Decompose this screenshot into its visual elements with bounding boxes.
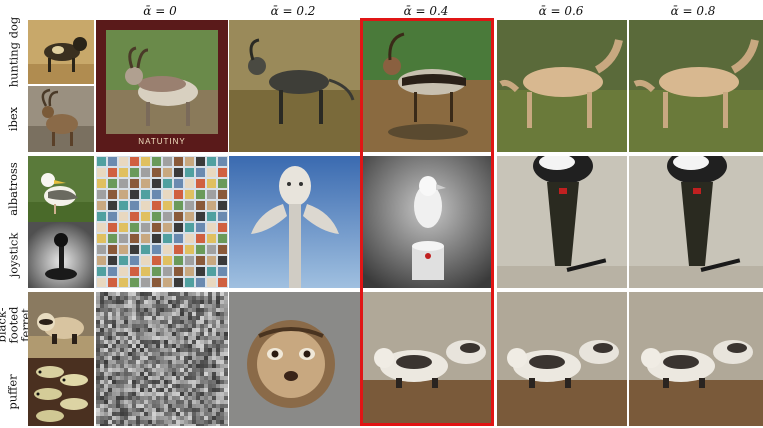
row-label-ibex: ibex bbox=[6, 106, 20, 132]
generated-row3-alpha-0 bbox=[96, 292, 228, 426]
source-image-black-footed-ferret bbox=[28, 292, 94, 358]
generated-row3-alpha-0.8 bbox=[629, 292, 763, 426]
generated-row2-alpha-0.8 bbox=[629, 156, 763, 288]
generated-row3-alpha-0.4 bbox=[362, 292, 494, 426]
generated-row1-alpha-0.6 bbox=[497, 20, 627, 152]
column-header-2: ᾱ = 0.4 bbox=[403, 4, 449, 18]
column-header-3: ᾱ = 0.6 bbox=[538, 4, 584, 18]
row-label-albatross: albatross bbox=[6, 162, 21, 216]
generated-row1-alpha-0: NATUTINY bbox=[96, 20, 228, 152]
source-image-hunting-dog bbox=[28, 20, 94, 84]
row-label-hunting-dog: hunting dog bbox=[6, 16, 20, 88]
generated-row1-alpha-0.2 bbox=[229, 20, 361, 152]
column-header-1: ᾱ = 0.2 bbox=[270, 4, 316, 18]
frame-caption: NATUTINY bbox=[138, 137, 186, 146]
source-image-ibex bbox=[28, 86, 94, 152]
generated-row1-alpha-0.8 bbox=[629, 20, 763, 152]
generated-row2-alpha-0.4 bbox=[362, 156, 494, 288]
generated-row2-alpha-0.6 bbox=[497, 156, 627, 288]
row-label-black-footed-ferret: black-footed ferret bbox=[0, 306, 33, 344]
source-image-puffer bbox=[28, 358, 94, 426]
generated-row3-alpha-0.2 bbox=[229, 292, 361, 426]
row-label-joystick: joystick bbox=[6, 232, 21, 278]
column-header-4: ᾱ = 0.8 bbox=[670, 4, 716, 18]
generated-row2-alpha-0 bbox=[96, 156, 228, 288]
column-header-0: ᾱ = 0 bbox=[143, 4, 177, 18]
row-label-puffer: puffer bbox=[6, 374, 20, 410]
generated-row1-alpha-0.4 bbox=[362, 20, 494, 152]
generated-row2-alpha-0.2 bbox=[229, 156, 361, 288]
source-image-albatross bbox=[28, 156, 94, 222]
source-image-joystick bbox=[28, 222, 94, 288]
generated-row3-alpha-0.6 bbox=[497, 292, 627, 426]
